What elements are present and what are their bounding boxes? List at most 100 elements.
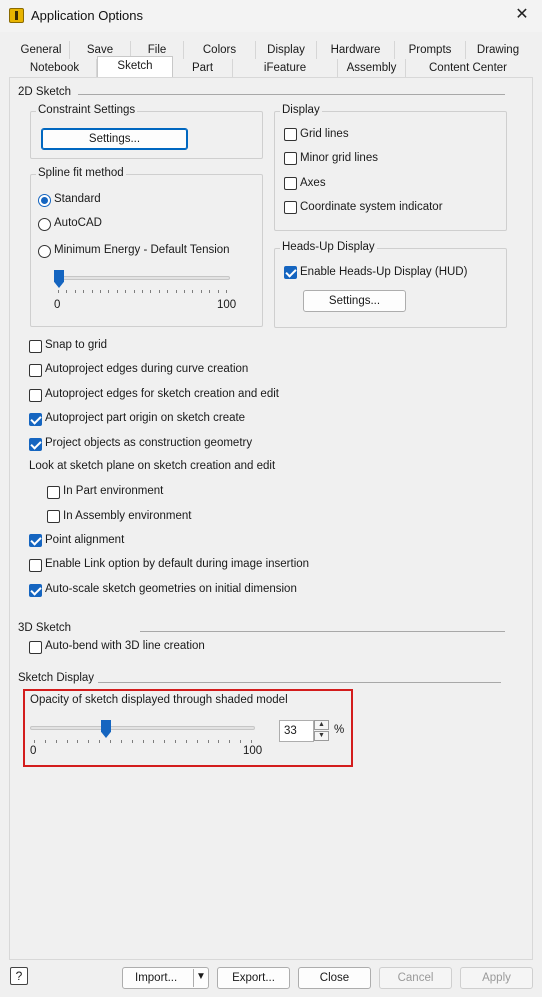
auto-bend-checkbox[interactable] xyxy=(29,641,42,654)
tab-part[interactable]: Part xyxy=(173,59,233,77)
look-at-part-checkbox[interactable] xyxy=(47,486,60,499)
tab-general[interactable]: General xyxy=(13,41,70,59)
slider-tick xyxy=(92,290,93,293)
radio-minimum-energy-label: Minimum Energy - Default Tension xyxy=(54,244,230,256)
auto-bend-label: Auto-bend with 3D line creation xyxy=(45,640,205,652)
enable-hud-checkbox[interactable] xyxy=(284,266,297,279)
opacity-label: Opacity of sketch displayed through shad… xyxy=(30,694,288,706)
radio-standard[interactable] xyxy=(38,194,51,207)
close-button[interactable]: Close xyxy=(298,967,371,989)
point-alignment-checkbox[interactable] xyxy=(29,534,42,547)
slider-tick xyxy=(134,290,135,293)
spin-down-icon[interactable]: ▼ xyxy=(314,731,329,741)
radio-autocad[interactable] xyxy=(38,218,51,231)
axes-label: Axes xyxy=(300,177,326,189)
look-at-part-label: In Part environment xyxy=(63,485,164,497)
autoproject-edges-sketch-checkbox[interactable] xyxy=(29,389,42,402)
section-divider xyxy=(98,682,501,683)
tab-hardware[interactable]: Hardware xyxy=(317,41,395,59)
slider-tick xyxy=(192,290,193,293)
constraint-settings-title: Constraint Settings xyxy=(36,104,138,116)
slider-tick xyxy=(150,290,151,293)
slider-tick xyxy=(143,740,144,743)
section-divider xyxy=(140,631,505,632)
autoproject-edges-curve-checkbox[interactable] xyxy=(29,364,42,377)
look-at-sketch-plane-label: Look at sketch plane on sketch creation … xyxy=(29,460,276,472)
help-icon[interactable]: ? xyxy=(10,967,28,985)
axes-checkbox[interactable] xyxy=(284,177,297,190)
tab-assembly[interactable]: Assembly xyxy=(338,59,406,77)
tab-ifeature[interactable]: iFeature xyxy=(233,59,338,77)
project-objects-construction-checkbox[interactable] xyxy=(29,438,42,451)
cancel-button[interactable]: Cancel xyxy=(379,967,452,989)
opacity-min-label: 0 xyxy=(30,745,37,757)
slider-tick xyxy=(100,290,101,293)
section-3d-sketch: 3D Sketch xyxy=(18,622,72,634)
section-sketch-display: Sketch Display xyxy=(18,672,95,684)
autoproject-part-origin-checkbox[interactable] xyxy=(29,413,42,426)
slider-tick xyxy=(175,740,176,743)
minor-grid-lines-label: Minor grid lines xyxy=(300,152,378,164)
slider-tick xyxy=(164,740,165,743)
slider-tick xyxy=(159,290,160,293)
opacity-unit: % xyxy=(334,724,345,736)
slider-tick xyxy=(229,740,230,743)
slider-tick xyxy=(125,290,126,293)
apply-button[interactable]: Apply xyxy=(460,967,533,989)
tab-content-center[interactable]: Content Center xyxy=(406,59,530,77)
hud-settings-button[interactable]: Settings... xyxy=(303,290,406,312)
import-split-divider xyxy=(193,969,194,987)
snap-to-grid-label: Snap to grid xyxy=(45,339,108,351)
slider-tick xyxy=(45,740,46,743)
tab-prompts[interactable]: Prompts xyxy=(395,41,466,59)
spin-up-icon[interactable]: ▲ xyxy=(314,720,329,730)
window-title: Application Options xyxy=(31,8,144,23)
slider-tick xyxy=(186,740,187,743)
slider-tick xyxy=(208,740,209,743)
coordinate-system-indicator-label: Coordinate system indicator xyxy=(300,201,443,213)
auto-scale-checkbox[interactable] xyxy=(29,584,42,597)
close-icon[interactable]: ✕ xyxy=(512,5,532,25)
slider-tick xyxy=(251,740,252,743)
opacity-slider-track[interactable] xyxy=(30,726,255,730)
tab-sketch[interactable]: Sketch xyxy=(97,56,173,77)
slider-tick xyxy=(117,290,118,293)
snap-to-grid-checkbox[interactable] xyxy=(29,340,42,353)
minor-grid-lines-checkbox[interactable] xyxy=(284,152,297,165)
opacity-max-label: 100 xyxy=(243,745,263,757)
slider-tick xyxy=(56,740,57,743)
spline-fit-title: Spline fit method xyxy=(36,167,126,179)
section-2d-sketch: 2D Sketch xyxy=(18,86,72,98)
look-at-assembly-label: In Assembly environment xyxy=(63,510,192,522)
look-at-assembly-checkbox[interactable] xyxy=(47,510,60,523)
tab-colors[interactable]: Colors xyxy=(184,41,256,59)
slider-tick xyxy=(153,740,154,743)
enable-link-option-checkbox[interactable] xyxy=(29,559,42,572)
radio-minimum-energy[interactable] xyxy=(38,245,51,258)
coordinate-system-indicator-checkbox[interactable] xyxy=(284,201,297,214)
auto-scale-label: Auto-scale sketch geometries on initial … xyxy=(45,583,297,595)
grid-lines-label: Grid lines xyxy=(300,128,349,140)
export-button[interactable]: Export... xyxy=(217,967,290,989)
opacity-input[interactable]: 33 xyxy=(279,720,314,742)
slider-tick xyxy=(99,740,100,743)
tab-drawing[interactable]: Drawing xyxy=(466,41,530,59)
slider-tick xyxy=(197,740,198,743)
autoproject-edges-sketch-label: Autoproject edges for sketch creation an… xyxy=(45,388,279,400)
slider-tick xyxy=(201,290,202,293)
slider-tick xyxy=(58,290,59,293)
tab-notebook[interactable]: Notebook xyxy=(13,59,97,77)
chevron-down-icon[interactable]: ▼ xyxy=(196,971,206,982)
slider-tick xyxy=(88,740,89,743)
slider-tick xyxy=(226,290,227,293)
slider-tick xyxy=(108,290,109,293)
tension-slider-track[interactable] xyxy=(54,276,230,280)
project-objects-construction-label: Project objects as construction geometry xyxy=(45,437,253,449)
slider-tick xyxy=(218,740,219,743)
grid-lines-checkbox[interactable] xyxy=(284,128,297,141)
constraint-settings-button[interactable]: Settings... xyxy=(41,128,188,150)
tab-display[interactable]: Display xyxy=(256,41,317,59)
title-bar: Application Options ✕ xyxy=(0,0,542,32)
section-divider xyxy=(78,94,505,95)
slider-tick xyxy=(83,290,84,293)
